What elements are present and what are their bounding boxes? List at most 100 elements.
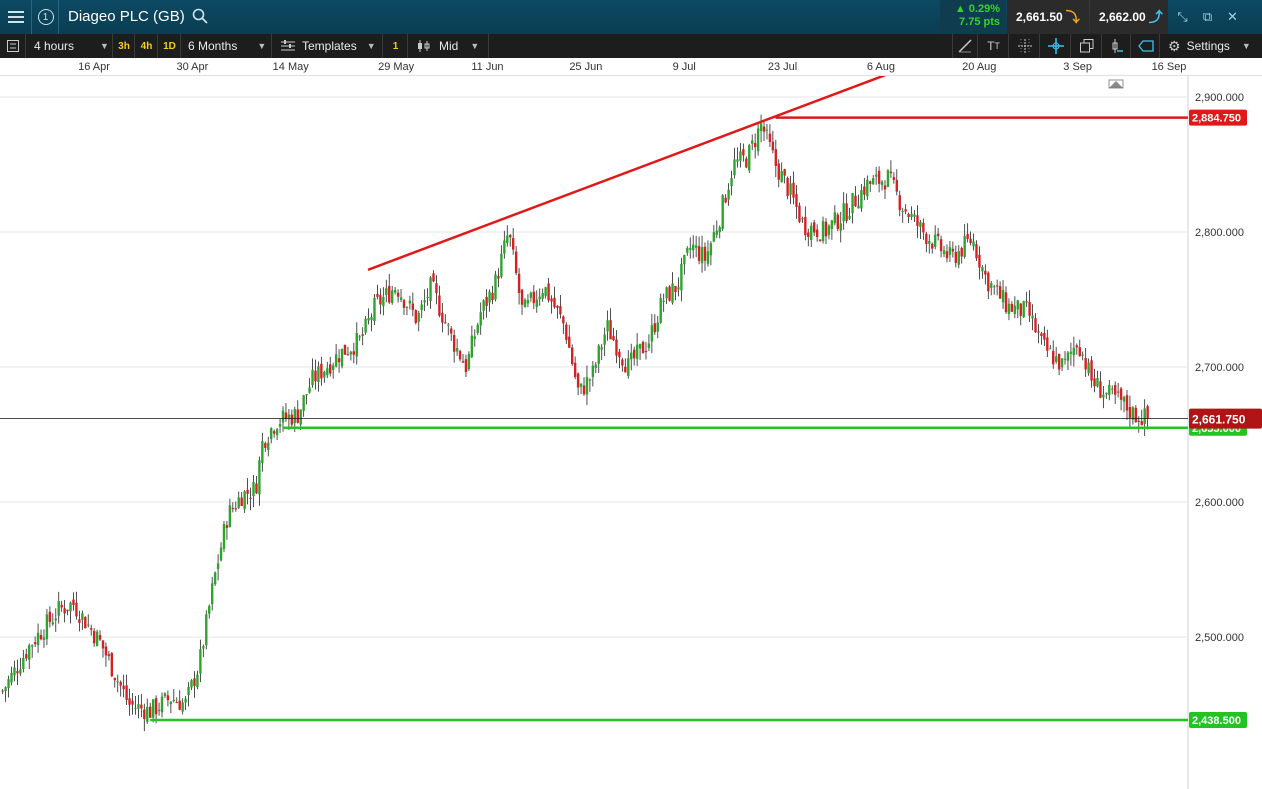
text-icon[interactable]: TT [979,34,1009,58]
close-icon[interactable]: ✕ [1220,0,1245,34]
minimize-icon[interactable]: ⤡ [1170,0,1195,34]
candle-body [367,318,370,321]
layer-badge[interactable]: 1 [384,34,408,58]
candle-body [187,686,190,696]
candle-body [137,704,140,709]
candle-body [901,211,904,213]
candle-body [334,354,338,367]
list-icon[interactable] [0,34,26,58]
candle-body [951,248,955,252]
candle-body [774,149,778,166]
candle-body [568,336,571,348]
candle-body [60,604,63,608]
crosshair-icon[interactable] [1010,34,1040,58]
candle-body [461,361,465,363]
candle-body [1099,381,1102,398]
candle-body [1087,362,1090,374]
candle-body [408,300,412,304]
candle-body [600,347,603,350]
candle-body [933,234,937,247]
candle-body [724,197,727,203]
candle-body [128,698,131,705]
candle-body [556,305,559,308]
candle-body [514,251,518,274]
price-chart[interactable]: 2,900.000 2,800.000 2,700.000 2,600.000 2,50… [0,76,1262,789]
candle-body [1060,358,1064,368]
menu-icon[interactable] [0,0,32,34]
low-support-price-badge: 2,438.500 [1192,715,1241,727]
draw-line-icon[interactable] [952,34,978,58]
candle-body [104,646,108,656]
candle-body [1084,358,1087,370]
label-icon[interactable] [1132,34,1160,58]
candle-body [4,687,7,692]
popout-icon[interactable]: ⧉ [1195,0,1220,34]
candle-body [172,699,176,702]
candle-body [178,700,181,710]
change-points: 7.75 pts [959,16,1000,28]
candle-body [72,599,75,606]
indicator-icon[interactable] [1103,34,1131,58]
buy-button[interactable]: 2,662.00 ⤴ [1090,0,1168,34]
candle-body [1072,347,1076,356]
candle-body [320,363,323,379]
candle-body [509,235,512,238]
candle-body [169,701,173,705]
candle-body [13,667,16,676]
candle-body [1096,377,1099,387]
instrument-title[interactable]: Diageo PLC (GB) [68,8,185,25]
layers-icon[interactable] [1072,34,1102,58]
candle-body [833,212,837,224]
candle-body [635,344,639,359]
candle-body [249,497,252,499]
arrow-down-icon: ⤵ [1065,9,1080,25]
interval-4h-button[interactable]: 4h [136,34,158,58]
candle-body [146,706,149,722]
candle-body [222,523,226,549]
candle-body [653,323,657,333]
alert-marker-icon[interactable] [1108,79,1124,89]
candle-body [1078,347,1081,357]
candle-body [66,609,69,611]
sell-price: 2,661.50 [1016,10,1063,24]
candle-body [393,289,397,293]
candle-body [585,377,589,395]
candle-body [553,297,556,308]
candle-body [786,177,789,197]
candle-body [467,353,471,370]
candle-body [485,296,488,306]
candle-body [892,177,896,180]
price-mode-select[interactable]: Mid ▼ [409,34,489,58]
sell-button[interactable]: 2,661.50 ⤵ [1007,0,1089,34]
candle-body [317,366,320,382]
range-select[interactable]: 6 Months ▼ [182,34,272,58]
interval-select[interactable]: 4 hours ▼ [27,34,113,58]
candle-body [954,251,958,263]
interval-3h-button[interactable]: 3h [114,34,135,58]
candle-body [447,324,450,326]
templates-select[interactable]: Templates ▼ [273,34,383,58]
candle-body [1134,407,1138,423]
snap-icon[interactable] [1041,34,1071,58]
candle-body [311,369,314,386]
candle-body [830,220,834,230]
candle-body [1069,351,1073,354]
candle-body [777,163,780,180]
candle-body [302,395,305,411]
candle-body [28,645,31,660]
chevron-down-icon: ▼ [366,41,376,51]
candle-body [479,312,482,326]
candle-body [163,693,167,697]
candle-body [240,497,243,506]
candle-body [550,298,553,302]
price-axis: 2,900.000 2,800.000 2,700.000 2,600.000 2,50… [1189,92,1262,729]
candle-body [36,632,40,645]
candle-body [1028,301,1031,316]
info-icon[interactable]: 1 [33,0,59,34]
settings-button[interactable]: ⚙ Settings ▼ [1161,34,1262,58]
candle-body [98,635,102,640]
candle-body [231,508,235,510]
interval-1d-button[interactable]: 1D [159,34,181,58]
search-icon[interactable] [192,8,208,24]
candle-body [388,285,391,303]
